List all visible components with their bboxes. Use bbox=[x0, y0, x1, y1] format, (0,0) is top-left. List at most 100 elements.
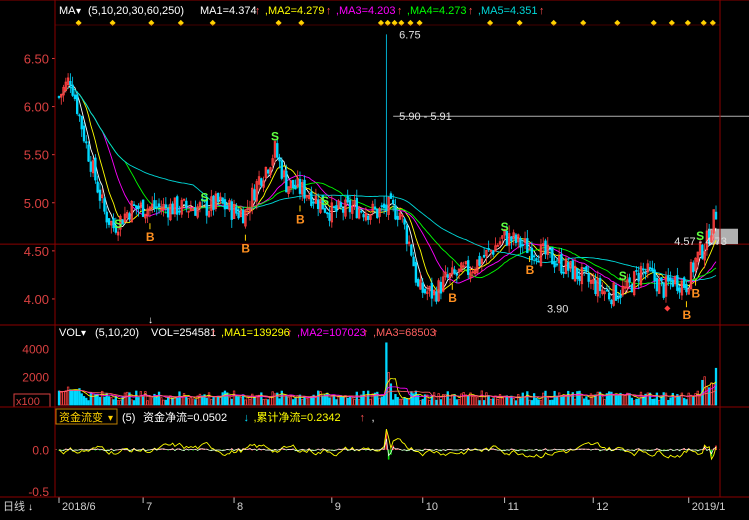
candle-body bbox=[291, 179, 295, 189]
volume-bar bbox=[228, 396, 231, 406]
candle-body bbox=[298, 178, 302, 194]
price-header: MA ▾ (5,10,20,30,60,250) MA1=4.374↑ ,MA2=… bbox=[59, 5, 544, 17]
candle-body bbox=[423, 288, 427, 294]
candle-body bbox=[548, 248, 552, 251]
ma-values: MA1=4.374↑ ,MA2=4.279 ↑ ,MA3=4.203 ↑ ,MA4=4.2… bbox=[200, 5, 544, 17]
candle-body bbox=[280, 160, 283, 179]
candle-body bbox=[96, 181, 99, 193]
candle-body bbox=[660, 277, 663, 282]
candle-body bbox=[335, 205, 338, 212]
volume-bar bbox=[569, 395, 572, 406]
volume-bar bbox=[332, 395, 336, 406]
candle-body bbox=[414, 262, 418, 283]
ma-line-5 bbox=[58, 84, 717, 298]
candle-body bbox=[669, 277, 672, 282]
candle-body bbox=[132, 204, 136, 207]
volume-bar bbox=[185, 396, 188, 406]
volume-bar bbox=[321, 395, 324, 406]
volume-bar bbox=[710, 382, 713, 406]
candle-body bbox=[385, 204, 388, 212]
cumulative-line bbox=[58, 428, 717, 461]
candle-body bbox=[648, 267, 652, 270]
price-panel[interactable]: 4.004.505.005.506.006.506.755.90 - 5.914… bbox=[0, 29, 749, 322]
volume-bar bbox=[137, 397, 140, 406]
candle-body bbox=[607, 292, 611, 300]
volume-bar bbox=[398, 398, 402, 406]
volume-bar bbox=[507, 397, 511, 406]
up-arrow-icon: ↑ bbox=[468, 5, 474, 17]
volume-bar bbox=[385, 342, 388, 406]
volume-bar bbox=[653, 398, 656, 406]
candle-body bbox=[326, 212, 329, 215]
candle-body bbox=[98, 189, 102, 201]
diamond-icon: ◆ bbox=[701, 18, 708, 27]
candle-body bbox=[166, 208, 170, 218]
candle-body bbox=[194, 207, 197, 216]
volume-bar bbox=[278, 398, 281, 406]
candle-body bbox=[587, 272, 590, 282]
vol-tick-label: 4000 bbox=[22, 342, 49, 356]
candle-body bbox=[655, 277, 659, 292]
volume-bar bbox=[73, 390, 77, 406]
candle-body bbox=[585, 266, 588, 272]
candle-body bbox=[75, 94, 79, 114]
fundflow-header: 资金流变 ▾ (5) 资金净流=0.0502 ↓ ,累计净流=0.2342 ↑, bbox=[55, 408, 375, 425]
fundflow-menu-arrow-icon[interactable]: ▾ bbox=[108, 413, 113, 424]
volume-bar bbox=[246, 396, 249, 406]
volume-bar bbox=[539, 399, 543, 406]
candle-body bbox=[389, 193, 393, 199]
candle-body bbox=[212, 195, 215, 210]
period-arrow-icon[interactable]: ↓ bbox=[28, 502, 33, 513]
volume-bar bbox=[487, 395, 490, 406]
candle-body bbox=[526, 238, 529, 254]
volume-bar bbox=[608, 391, 611, 406]
ma-indicator-button[interactable]: MA bbox=[59, 5, 76, 17]
ma-value-5: ,MA5=4.351 bbox=[478, 5, 538, 17]
fundflow-indicator-button[interactable]: 资金流变 bbox=[59, 410, 103, 424]
ma-menu-arrow-icon[interactable]: ▾ bbox=[76, 6, 81, 17]
volume-bar bbox=[103, 396, 106, 406]
volume-bar bbox=[210, 399, 213, 406]
volume-bar bbox=[523, 396, 527, 406]
price-tick-label: 5.00 bbox=[24, 196, 49, 211]
volume-bar bbox=[62, 391, 65, 406]
period-label[interactable]: 日线 bbox=[3, 499, 25, 513]
candle-body bbox=[619, 294, 622, 298]
month-label: 12 bbox=[596, 501, 608, 513]
price-annotation: 6.75 bbox=[399, 29, 420, 41]
fundflow-panel[interactable]: 0.0-0.5 bbox=[28, 428, 720, 499]
volume-bar bbox=[69, 389, 72, 406]
volume-bar bbox=[314, 397, 318, 406]
volume-bar bbox=[446, 391, 449, 406]
volume-bar bbox=[669, 397, 672, 406]
candle-body bbox=[266, 169, 270, 174]
volume-bar bbox=[503, 395, 506, 406]
volume-bar bbox=[89, 392, 92, 406]
volume-bar bbox=[323, 394, 327, 406]
volume-bar bbox=[214, 396, 218, 406]
price-tick-label: 6.00 bbox=[24, 100, 49, 115]
volume-bar bbox=[82, 396, 86, 406]
diamond-icon: ◆ bbox=[580, 18, 587, 27]
volume-panel[interactable]: 2000 4000 x100 bbox=[13, 342, 718, 408]
candle-body bbox=[560, 254, 563, 274]
volume-bar bbox=[262, 399, 265, 406]
candle-body bbox=[216, 193, 220, 202]
fundflow-params: (5) bbox=[122, 412, 135, 424]
volume-bar bbox=[239, 396, 243, 406]
volume-bar bbox=[387, 372, 390, 406]
volume-bar bbox=[637, 398, 640, 406]
volume-bar bbox=[614, 395, 618, 406]
volume-bar bbox=[689, 394, 693, 406]
diamond-icon: ◆ bbox=[651, 18, 658, 27]
candle-body bbox=[346, 195, 349, 203]
vol-indicator-button[interactable]: VOL bbox=[59, 327, 81, 339]
up-arrow-icon: ↑ bbox=[326, 5, 332, 17]
buy-marker: B bbox=[241, 242, 250, 256]
volume-bar bbox=[355, 391, 358, 406]
volume-bar bbox=[280, 390, 283, 406]
buy-marker: B bbox=[146, 230, 155, 244]
vol-menu-arrow-icon[interactable]: ▾ bbox=[81, 328, 86, 339]
volume-bar bbox=[166, 396, 170, 406]
volume-bar bbox=[673, 397, 677, 406]
